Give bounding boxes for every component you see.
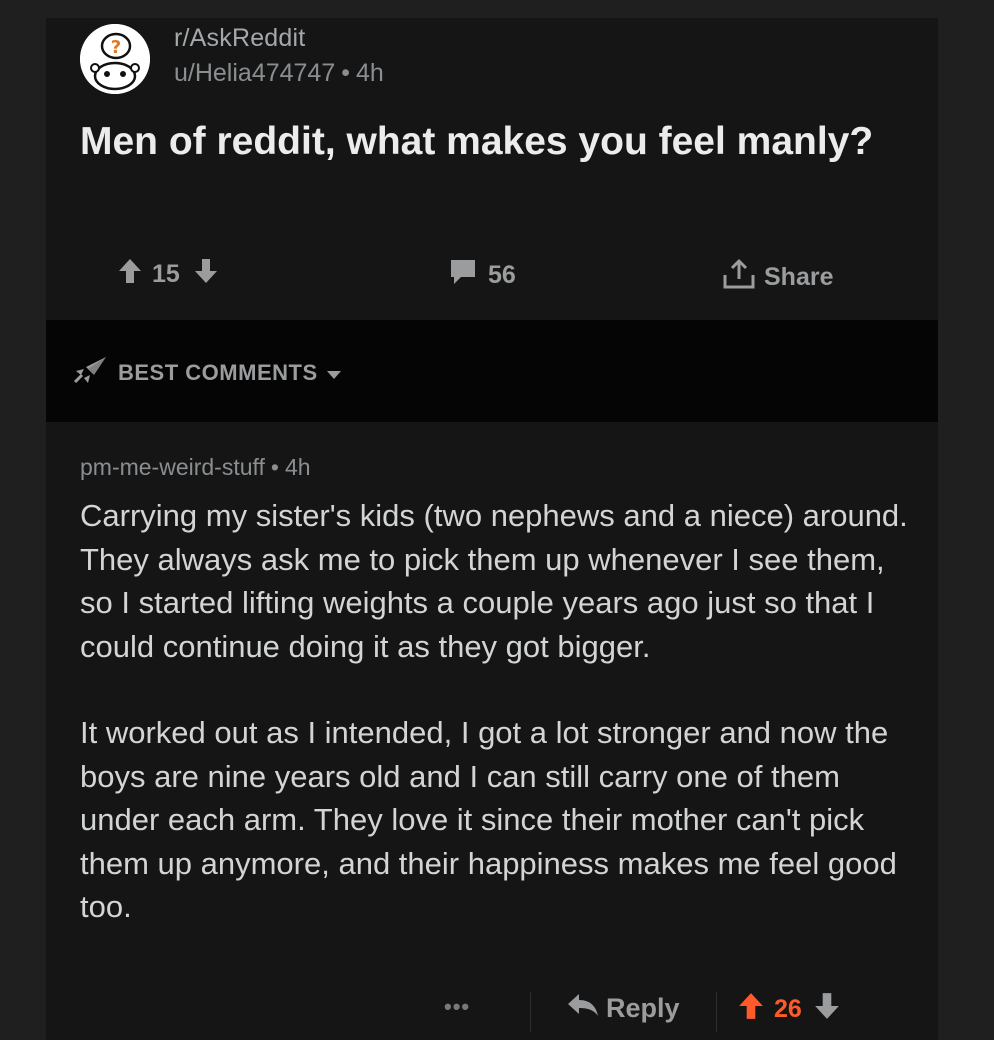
divider <box>716 992 717 1032</box>
comment-vote-bar: 26 <box>738 992 840 1027</box>
reply-label: Reply <box>606 993 680 1023</box>
subreddit-name[interactable]: r/AskReddit <box>174 24 305 53</box>
share-label: Share <box>764 263 834 291</box>
post-card: ? r/AskReddit u/Helia474747 • 4h Men of re… <box>46 18 938 1040</box>
downvote-arrow-icon[interactable] <box>814 992 840 1027</box>
sort-dropdown[interactable]: BEST COMMENTS <box>72 355 342 391</box>
post-meta: u/Helia474747 • 4h <box>174 59 384 88</box>
comment-meta: pm-me-weird-stuff • 4h <box>80 454 311 481</box>
post-age: 4h <box>356 59 384 87</box>
comment-paragraph: Carrying my sister's kids (two nephews a… <box>80 498 908 664</box>
sort-label: BEST COMMENTS <box>118 360 318 385</box>
comment-author[interactable]: pm-me-weird-stuff <box>80 454 265 480</box>
divider <box>530 992 531 1032</box>
share-icon <box>722 258 756 297</box>
comment-body: Carrying my sister's kids (two nephews a… <box>80 494 910 929</box>
upvote-arrow-icon[interactable] <box>118 258 142 291</box>
comment-paragraph: It worked out as I intended, I got a lot… <box>80 715 897 924</box>
comment-score: 26 <box>774 995 802 1023</box>
caret-down-icon <box>326 360 342 386</box>
comment-count: 56 <box>488 261 516 289</box>
post-author[interactable]: u/Helia474747 <box>174 59 335 87</box>
reply-arrow-icon <box>566 992 600 1025</box>
comment-actions: ••• Reply 26 <box>46 988 938 1036</box>
upvote-arrow-icon[interactable] <box>738 992 764 1027</box>
meta-separator: • <box>341 59 351 87</box>
subreddit-avatar-icon[interactable]: ? <box>80 24 150 94</box>
post-title[interactable]: Men of reddit, what makes you feel manly… <box>80 118 900 166</box>
comment-sort-bar: BEST COMMENTS <box>46 320 938 422</box>
speech-bubble-icon <box>448 258 478 293</box>
post-vote-bar: 15 <box>118 258 218 291</box>
comments-button[interactable]: 56 <box>448 258 516 293</box>
comment-meta-separator: • <box>270 454 279 480</box>
svg-text:?: ? <box>111 37 121 58</box>
post-score: 15 <box>152 260 180 288</box>
comment-age: 4h <box>284 454 311 480</box>
downvote-arrow-icon[interactable] <box>194 258 218 291</box>
share-button[interactable]: Share <box>722 258 833 297</box>
more-options-button[interactable]: ••• <box>444 994 470 1020</box>
reply-button[interactable]: Reply <box>566 992 680 1025</box>
rocket-icon <box>72 355 108 391</box>
